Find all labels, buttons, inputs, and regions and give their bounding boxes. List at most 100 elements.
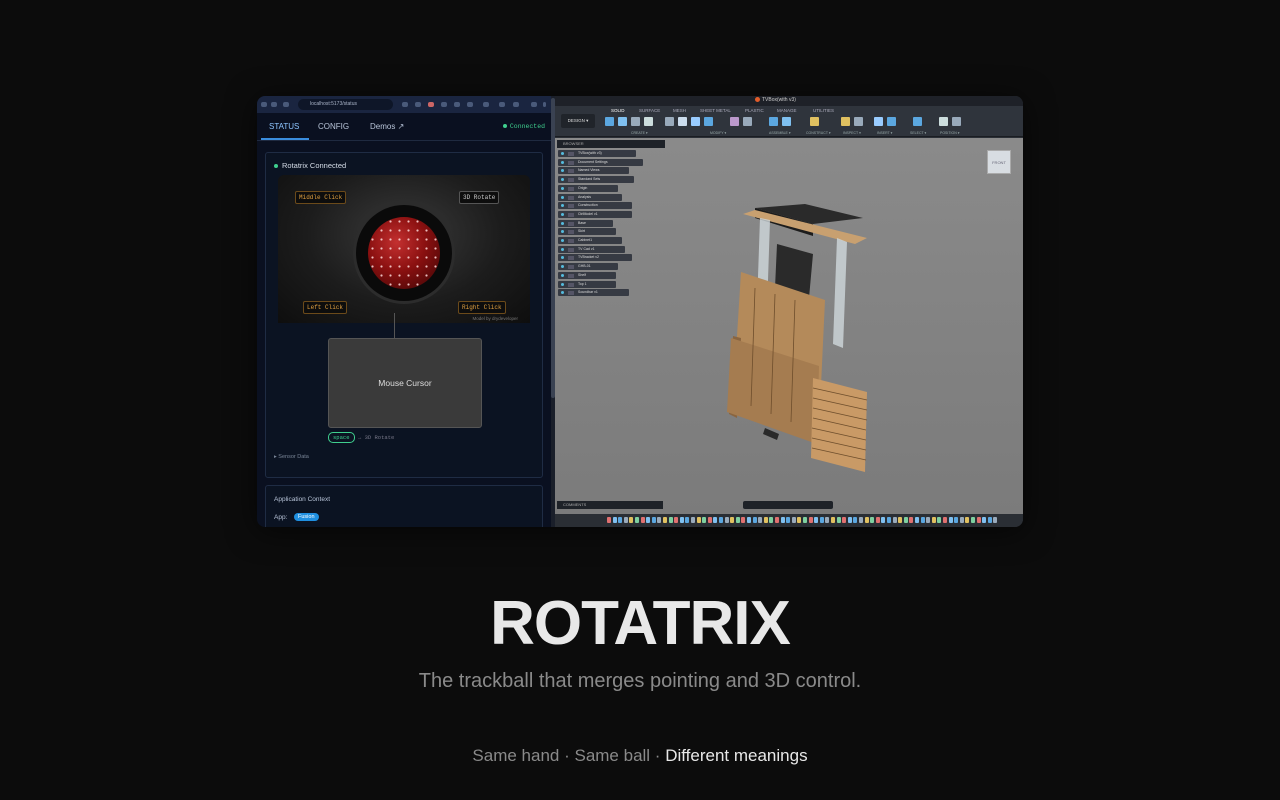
ribbon-tab[interactable]: SURFACE: [639, 108, 660, 113]
extension-icon[interactable]: [454, 102, 460, 107]
timeline-feature-icon[interactable]: [713, 517, 718, 523]
timeline-feature-icon[interactable]: [870, 517, 875, 523]
menu-icon[interactable]: [543, 102, 546, 107]
extension-icon[interactable]: [499, 102, 505, 107]
timeline-feature-icon[interactable]: [965, 517, 970, 523]
timeline-feature-icon[interactable]: [987, 517, 992, 523]
inspect-icon[interactable]: [841, 117, 850, 126]
timeline-feature-icon[interactable]: [674, 517, 679, 523]
timeline-feature-icon[interactable]: [881, 517, 886, 523]
timeline-feature-icon[interactable]: [842, 517, 847, 523]
timeline-feature-icon[interactable]: [719, 517, 723, 523]
image-icon[interactable]: [887, 117, 896, 126]
tool-group-label[interactable]: CONSTRUCT ▾: [806, 131, 831, 135]
timeline-feature-icon[interactable]: [819, 517, 824, 523]
timeline-feature-icon[interactable]: [803, 517, 807, 523]
profile-icon[interactable]: [531, 102, 537, 107]
timeline-feature-icon[interactable]: [685, 517, 690, 523]
ribbon-tab[interactable]: UTILITIES: [813, 108, 834, 113]
timeline-feature-icon[interactable]: [898, 517, 903, 523]
box-icon[interactable]: [618, 117, 627, 126]
timeline-feature-icon[interactable]: [825, 517, 830, 523]
timeline-feature-icon[interactable]: [657, 517, 662, 523]
extension-icon[interactable]: [441, 102, 447, 107]
timeline-feature-icon[interactable]: [668, 517, 673, 523]
tool-group-label[interactable]: CREATE ▾: [631, 131, 648, 135]
timeline-feature-icon[interactable]: [909, 517, 914, 523]
timeline-feature-icon[interactable]: [915, 517, 919, 523]
tool-group-label[interactable]: ASSEMBLE ▾: [769, 131, 791, 135]
timeline-feature-icon[interactable]: [948, 517, 953, 523]
timeline-feature-icon[interactable]: [937, 517, 942, 523]
tool-group-label[interactable]: INSERT ▾: [877, 131, 892, 135]
timeline-feature-icon[interactable]: [696, 517, 701, 523]
timeline-feature-icon[interactable]: [702, 517, 707, 523]
tab-status[interactable]: STATUS: [269, 122, 299, 131]
position-icon[interactable]: [939, 117, 948, 126]
timeline-feature-icon[interactable]: [735, 517, 740, 523]
chamfer-icon[interactable]: [691, 117, 700, 126]
ribbon-tab[interactable]: SOLID: [611, 108, 625, 113]
timeline-feature-icon[interactable]: [618, 517, 623, 523]
extension-icon[interactable]: [428, 102, 434, 107]
timeline-feature-icon[interactable]: [763, 517, 768, 523]
extension-icon[interactable]: [483, 102, 489, 107]
timeline-feature-icon[interactable]: [758, 517, 763, 523]
ribbon-tab[interactable]: MANAGE: [777, 108, 797, 113]
tool-group-label[interactable]: MODIFY ▾: [710, 131, 726, 135]
viewcube[interactable]: FRONT: [987, 150, 1011, 174]
timeline-feature-icon[interactable]: [640, 517, 645, 523]
ribbon-tab[interactable]: MESH: [673, 108, 686, 113]
timeline-feature-icon[interactable]: [993, 517, 998, 523]
timeline-feature-icon[interactable]: [887, 517, 891, 523]
timeline-feature-icon[interactable]: [926, 517, 931, 523]
timeline-feature-icon[interactable]: [724, 517, 729, 523]
address-bar[interactable]: localhost:5173/status: [298, 99, 393, 110]
capture-icon[interactable]: [952, 117, 961, 126]
timeline-feature-icon[interactable]: [959, 517, 964, 523]
timeline-feature-icon[interactable]: [982, 517, 987, 523]
timeline-feature-icon[interactable]: [707, 517, 712, 523]
extension-icon[interactable]: [513, 102, 519, 107]
timeline-feature-icon[interactable]: [663, 517, 667, 523]
back-icon[interactable]: [261, 102, 267, 107]
reload-icon[interactable]: [283, 102, 289, 107]
design-timeline[interactable]: [555, 514, 1023, 527]
timeline-feature-icon[interactable]: [814, 517, 819, 523]
extension-icon[interactable]: [402, 102, 408, 107]
timeline-feature-icon[interactable]: [775, 517, 779, 523]
joint-icon[interactable]: [730, 117, 739, 126]
timeline-feature-icon[interactable]: [976, 517, 981, 523]
forward-icon[interactable]: [271, 102, 277, 107]
timeline-feature-icon[interactable]: [971, 517, 975, 523]
press-pull-icon[interactable]: [665, 117, 674, 126]
tool-group-label[interactable]: SELECT ▾: [910, 131, 926, 135]
timeline-feature-icon[interactable]: [651, 517, 656, 523]
timeline-feature-icon[interactable]: [875, 517, 880, 523]
tab-demos[interactable]: Demos ↗: [370, 122, 404, 131]
section-icon[interactable]: [854, 117, 863, 126]
timeline-feature-icon[interactable]: [847, 517, 852, 523]
timeline-feature-icon[interactable]: [808, 517, 813, 523]
timeline-feature-icon[interactable]: [954, 517, 959, 523]
ribbon-tab[interactable]: PLASTIC: [745, 108, 764, 113]
timeline-feature-icon[interactable]: [931, 517, 936, 523]
timeline-feature-icon[interactable]: [629, 517, 634, 523]
timeline-feature-icon[interactable]: [864, 517, 869, 523]
component-icon[interactable]: [743, 117, 752, 126]
timeline-feature-icon[interactable]: [903, 517, 908, 523]
timeline-feature-icon[interactable]: [623, 517, 628, 523]
timeline-feature-icon[interactable]: [747, 517, 751, 523]
sensor-data-toggle[interactable]: ▸ Sensor Data: [274, 454, 309, 460]
timeline-feature-icon[interactable]: [612, 517, 617, 523]
timeline-feature-icon[interactable]: [892, 517, 897, 523]
timeline-feature-icon[interactable]: [752, 517, 757, 523]
timeline-feature-icon[interactable]: [943, 517, 947, 523]
shell-icon[interactable]: [704, 117, 713, 126]
navigation-bar[interactable]: [743, 501, 833, 509]
timeline-feature-icon[interactable]: [831, 517, 835, 523]
timeline-feature-icon[interactable]: [920, 517, 925, 523]
cad-viewport[interactable]: BROWSER TVBox(with v3) Document Settings N…: [555, 138, 1023, 514]
timeline-feature-icon[interactable]: [635, 517, 639, 523]
sketch-icon[interactable]: [605, 117, 614, 126]
